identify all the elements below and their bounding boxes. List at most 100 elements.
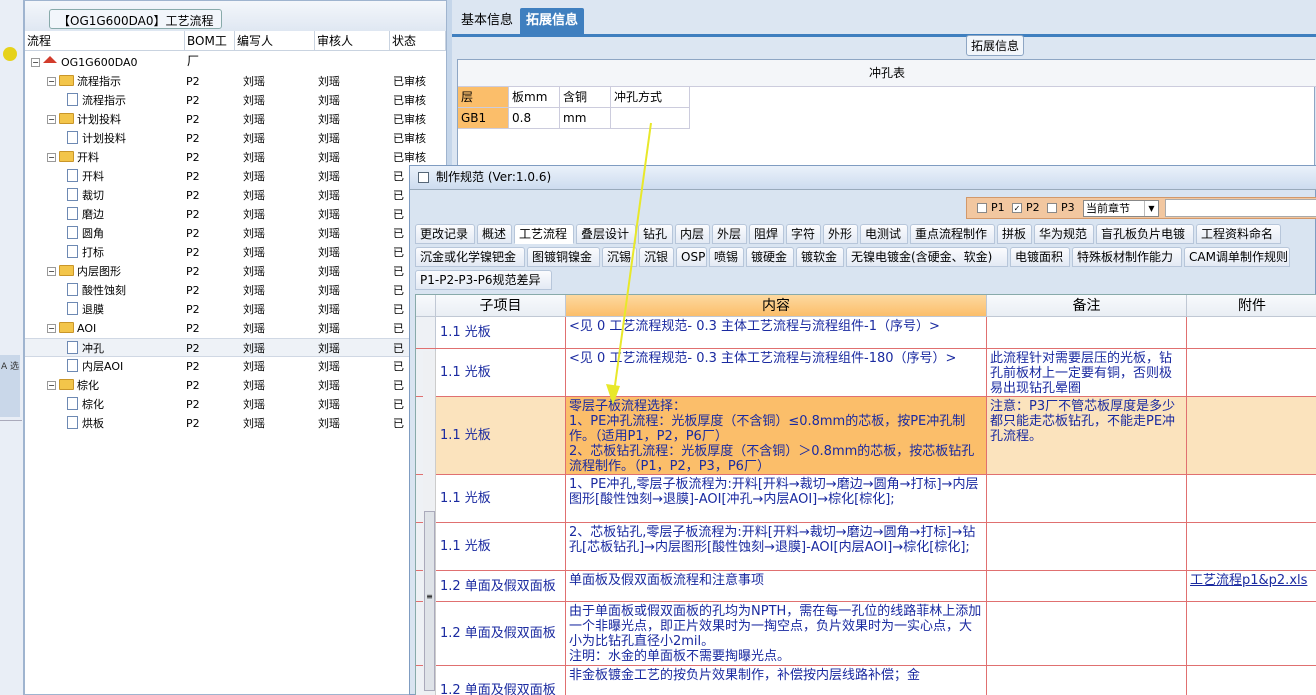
- tree-node[interactable]: − 计划投料: [47, 110, 121, 129]
- punch-header-copper[interactable]: 含铜mm: [560, 87, 611, 125]
- tab-tab-row2-5[interactable]: 喷锡: [709, 247, 744, 267]
- grid-cell-attachment[interactable]: 工艺流程p1&p2.xls: [1187, 571, 1316, 601]
- tree-node[interactable]: 裁切: [67, 186, 104, 205]
- collapse-icon[interactable]: −: [47, 77, 56, 86]
- tab-tab-row2-0[interactable]: 沉金或化学镍钯金: [415, 247, 525, 267]
- tab-tab-row2-7[interactable]: 镀软金: [796, 247, 844, 267]
- col-header-status[interactable]: 状态: [390, 31, 446, 51]
- punch-cell-copper[interactable]: [560, 108, 611, 129]
- tree-node[interactable]: 冲孔: [67, 339, 104, 358]
- tab-tab-row1-1[interactable]: 概述: [477, 224, 512, 244]
- collapse-icon[interactable]: −: [47, 115, 56, 124]
- tree-row[interactable]: 冲孔 P2 刘瑶 刘瑶 已: [25, 338, 446, 357]
- tab-tab-row1-9[interactable]: 外形: [823, 224, 858, 244]
- vertical-scrollbar[interactable]: ≡: [423, 351, 436, 695]
- tree-node[interactable]: 磨边: [67, 205, 104, 224]
- tree-node[interactable]: − 棕化: [47, 376, 99, 395]
- tree-row[interactable]: 磨边 P2 刘瑶 刘瑶 已: [25, 205, 446, 224]
- grid-row[interactable]: 1.2 单面及假双面板 单面板及假双面板流程和注意事项 工艺流程p1&p2.xls: [416, 571, 1316, 602]
- tab-tab-row2-3[interactable]: 沉银: [639, 247, 674, 267]
- grid-header-attachment[interactable]: 附件: [1187, 295, 1316, 317]
- tree-node[interactable]: 内层AOI: [67, 357, 123, 376]
- tab-tab-row3-0[interactable]: P1-P2-P3-P6规范差异: [415, 270, 552, 290]
- tree-row[interactable]: − 流程指示 P2 刘瑶 刘瑶 已审核: [25, 72, 446, 91]
- tab-tab-row1-4[interactable]: 钻孔: [638, 224, 673, 244]
- tab-tab-row1-13[interactable]: 华为规范: [1034, 224, 1094, 244]
- tree-row[interactable]: 酸性蚀刻 P2 刘瑶 刘瑶 已: [25, 281, 446, 300]
- tab-tab-row2-1[interactable]: 图镀铜镍金: [527, 247, 600, 267]
- collapse-icon[interactable]: −: [47, 153, 56, 162]
- tree-row[interactable]: 圆角 P2 刘瑶 刘瑶 已: [25, 224, 446, 243]
- tree-row[interactable]: 计划投料 P2 刘瑶 刘瑶 已审核: [25, 129, 446, 148]
- punch-header-thickness[interactable]: 板mm: [509, 87, 560, 108]
- punch-header-method[interactable]: 冲孔方式: [611, 87, 690, 108]
- tree-node[interactable]: 圆角: [67, 224, 104, 243]
- grid-header-content[interactable]: 内容: [566, 295, 987, 317]
- tree-row[interactable]: 裁切 P2 刘瑶 刘瑶 已: [25, 186, 446, 205]
- grid-header-subitem[interactable]: 子项目: [436, 295, 566, 317]
- tree-node[interactable]: − 流程指示: [47, 72, 121, 91]
- tree-row[interactable]: − OG1G600DA0: [25, 53, 446, 72]
- tab-tab-row1-14[interactable]: 盲孔板负片电镀: [1096, 224, 1194, 244]
- grid-row[interactable]: 1.1 光板 零层子板流程选择： 1、PE冲孔流程：光板厚度（不含铜）≤0.8mm…: [416, 397, 1316, 475]
- tab-tab-row1-6[interactable]: 外层: [712, 224, 747, 244]
- grid-row[interactable]: 1.2 单面及假双面板 非金板镀金工艺的按负片效果制作，补偿按内层线路补偿；金: [416, 666, 1316, 695]
- tab-tab-row2-8[interactable]: 无镍电镀金(含硬金、软金): [846, 247, 1008, 267]
- tab-tab-row1-10[interactable]: 电测试: [860, 224, 908, 244]
- tab-tab-row2-6[interactable]: 镀硬金: [746, 247, 794, 267]
- grid-row[interactable]: 1.1 光板 <见 0 工艺流程规范- 0.3 主体工艺流程与流程组件-180（序…: [416, 349, 1316, 397]
- tree-row[interactable]: 内层AOI P2 刘瑶 刘瑶 已: [25, 357, 446, 376]
- collapse-icon[interactable]: −: [47, 381, 56, 390]
- punch-cell-thickness[interactable]: 0.8: [509, 108, 560, 129]
- tree-row[interactable]: − 内层图形 P2 刘瑶 刘瑶 已: [25, 262, 446, 281]
- tree-row[interactable]: 流程指示 P2 刘瑶 刘瑶 已审核: [25, 91, 446, 110]
- grid-header-note[interactable]: 备注: [987, 295, 1187, 317]
- tab-tab-row1-2[interactable]: 工艺流程: [514, 224, 574, 244]
- tab-tab-row1-12[interactable]: 拼板: [997, 224, 1032, 244]
- tree-row[interactable]: − 开料 P2 刘瑶 刘瑶 已审核: [25, 148, 446, 167]
- tree-row[interactable]: 打标 P2 刘瑶 刘瑶 已: [25, 243, 446, 262]
- col-header-reviewer[interactable]: 审核人: [315, 31, 390, 51]
- tree-row[interactable]: − 棕化 P2 刘瑶 刘瑶 已: [25, 376, 446, 395]
- p3-checkbox[interactable]: [1047, 203, 1057, 213]
- tree-node[interactable]: 打标: [67, 243, 104, 262]
- tab-tab-row1-11[interactable]: 重点流程制作: [910, 224, 995, 244]
- punch-cell-method[interactable]: [611, 108, 690, 129]
- col-header-bom-factory[interactable]: BOM工厂: [185, 31, 235, 68]
- tab-tab-row2-11[interactable]: CAM调单制作规则: [1184, 247, 1290, 267]
- search-input[interactable]: [1165, 199, 1316, 217]
- collapse-icon[interactable]: −: [31, 58, 40, 67]
- tree-node[interactable]: 酸性蚀刻: [67, 281, 126, 300]
- tree-node[interactable]: 计划投料: [67, 129, 126, 148]
- grid-row[interactable]: 1.1 光板 <见 0 工艺流程规范- 0.3 主体工艺流程与流程组件-1（序号）…: [416, 317, 1316, 349]
- collapse-icon[interactable]: −: [47, 324, 56, 333]
- tab-tab-row1-8[interactable]: 字符: [786, 224, 821, 244]
- tree-node[interactable]: 棕化: [67, 395, 104, 414]
- tab-extended-info[interactable]: 拓展信息: [520, 8, 585, 35]
- tree-row[interactable]: − 计划投料 P2 刘瑶 刘瑶 已审核: [25, 110, 446, 129]
- tree-node[interactable]: 流程指示: [67, 91, 126, 110]
- punch-cell-layer[interactable]: GB1: [458, 108, 509, 129]
- col-header-author[interactable]: 编写人: [235, 31, 315, 51]
- chapter-select[interactable]: 当前章节 ▼: [1083, 200, 1159, 217]
- tab-tab-row2-9[interactable]: 电镀面积: [1010, 247, 1070, 267]
- tree-row[interactable]: − AOI P2 刘瑶 刘瑶 已: [25, 319, 446, 338]
- tree-node[interactable]: 烘板: [67, 414, 104, 433]
- tree-node[interactable]: − 开料: [47, 148, 99, 167]
- dialog-title-bar[interactable]: 制作规范 (Ver:1.0.6): [410, 166, 1316, 190]
- tab-basic-info[interactable]: 基本信息: [455, 8, 519, 35]
- p2-checkbox[interactable]: ✓: [1012, 203, 1022, 213]
- tree-row[interactable]: 退膜 P2 刘瑶 刘瑶 已: [25, 300, 446, 319]
- tab-tab-row1-15[interactable]: 工程资料命名: [1196, 224, 1281, 244]
- tree-node[interactable]: − AOI: [47, 319, 96, 338]
- tab-tab-row1-5[interactable]: 内层: [675, 224, 710, 244]
- tree-row[interactable]: 烘板 P2 刘瑶 刘瑶 已: [25, 414, 446, 433]
- tree-node[interactable]: − OG1G600DA0: [31, 53, 138, 72]
- tab-tab-row2-2[interactable]: 沉锡: [602, 247, 637, 267]
- scroll-thumb[interactable]: ≡: [424, 511, 435, 691]
- grid-row[interactable]: 1.1 光板 1、PE冲孔,零层子板流程为:开料[开料→裁切→磨边→圆角→打标]→…: [416, 475, 1316, 523]
- tree-row[interactable]: 棕化 P2 刘瑶 刘瑶 已: [25, 395, 446, 414]
- tree-row[interactable]: 开料 P2 刘瑶 刘瑶 已: [25, 167, 446, 186]
- grid-row[interactable]: 1.2 单面及假双面板 由于单面板或假双面板的孔均为NPTH，需在每一孔位的线路菲…: [416, 602, 1316, 666]
- side-strip-label[interactable]: A 选: [0, 355, 20, 417]
